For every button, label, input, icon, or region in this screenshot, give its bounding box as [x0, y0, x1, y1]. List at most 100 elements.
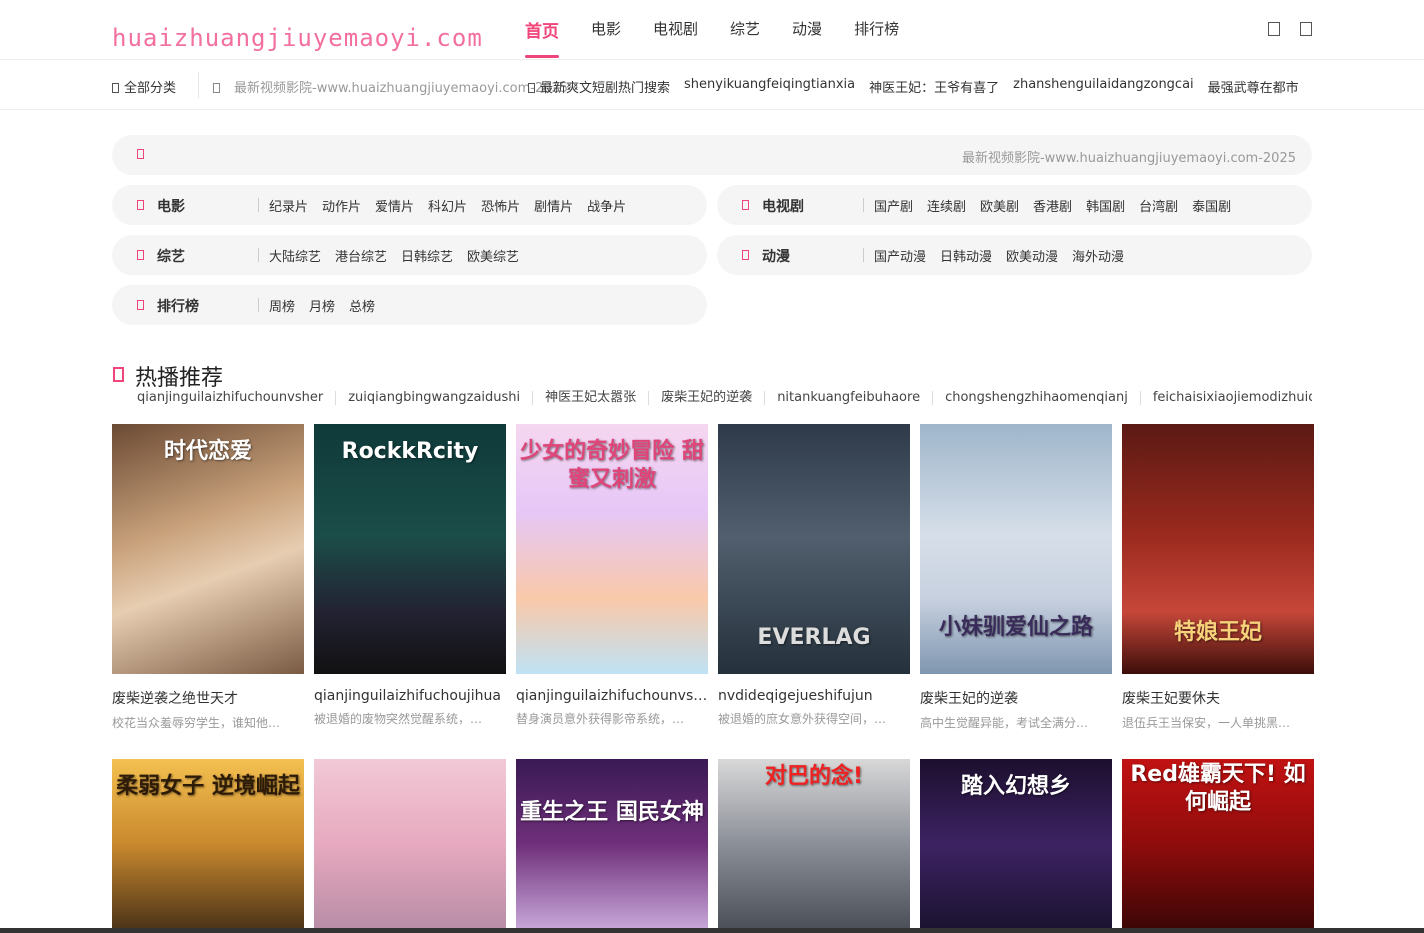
- hot-tag[interactable]: 废柴王妃的逆袭: [648, 391, 764, 405]
- search-bar[interactable]: 最新视频影院-www.huaizhuangjiuyemaoyi.com-2025: [112, 135, 1312, 175]
- video-poster[interactable]: 特娘王妃: [1122, 424, 1314, 674]
- hot-tag[interactable]: 神医王妃太嚣张: [532, 391, 648, 405]
- video-title[interactable]: 废柴王妃要休夫: [1122, 688, 1314, 708]
- section-title: 热播推荐: [135, 366, 224, 391]
- video-poster[interactable]: 重生之王 国民女神: [516, 759, 708, 929]
- video-card[interactable]: Red雄霸天下! 如何崛起: [1122, 759, 1314, 929]
- video-title[interactable]: 废柴王妃的逆袭: [920, 688, 1112, 708]
- video-poster[interactable]: [314, 759, 506, 929]
- category-title[interactable]: 动漫: [762, 246, 790, 266]
- category-tv: 电视剧 国产剧 连续剧 欧美剧 香港剧 韩国剧 台湾剧 泰国剧: [717, 185, 1312, 225]
- hot-search-term[interactable]: zhanshenguilaidangzongcai: [1013, 77, 1194, 96]
- category-title[interactable]: 排行榜: [157, 296, 199, 316]
- video-card[interactable]: EVERLAG nvdideqigejueshifujun 被退婚的庶女意外获得…: [718, 424, 910, 731]
- search-input[interactable]: 最新视频影院-www.huaizhuangjiuyemaoyi.com-2025: [962, 147, 1296, 166]
- site-logo[interactable]: huaizhuangjiuyemaoyi.com: [112, 24, 483, 52]
- poster-title: 小妹驯爱仙之路: [938, 615, 1093, 640]
- category-link[interactable]: 周榜: [269, 296, 295, 315]
- category-link[interactable]: 月榜: [309, 296, 335, 315]
- nav-movie[interactable]: 电影: [591, 18, 621, 52]
- video-poster[interactable]: Red雄霸天下! 如何崛起: [1122, 759, 1314, 929]
- hot-search-term[interactable]: shenyikuangfeiqingtianxia: [684, 77, 855, 96]
- video-card[interactable]: 小妹驯爱仙之路 废柴王妃的逆袭 高中生觉醒异能，考试全满分…: [920, 424, 1112, 731]
- video-card[interactable]: 特娘王妃 废柴王妃要休夫 退伍兵王当保安，一人单挑黑…: [1122, 424, 1314, 731]
- category-link[interactable]: 海外动漫: [1072, 246, 1124, 265]
- nav-variety[interactable]: 综艺: [730, 18, 760, 52]
- category-icon: [742, 250, 749, 260]
- category-subs: 国产剧 连续剧 欧美剧 香港剧 韩国剧 台湾剧 泰国剧: [874, 196, 1245, 215]
- video-card[interactable]: 对巴的念!: [718, 759, 910, 929]
- video-card[interactable]: [314, 759, 506, 929]
- category-link[interactable]: 日韩综艺: [401, 246, 453, 265]
- category-link[interactable]: 欧美剧: [980, 196, 1019, 215]
- category-link[interactable]: 爱情片: [375, 196, 414, 215]
- video-card[interactable]: 时代恋爱 废柴逆袭之绝世天才 校花当众羞辱穷学生，谁知他…: [112, 424, 304, 731]
- video-title[interactable]: 废柴逆袭之绝世天才: [112, 688, 304, 708]
- category-link[interactable]: 欧美综艺: [467, 246, 519, 265]
- category-movie: 电影 纪录片 动作片 爱情片 科幻片 恐怖片 剧情片 战争片: [112, 185, 707, 225]
- horizontal-scrollbar[interactable]: [0, 928, 1424, 933]
- nav-ranking[interactable]: 排行榜: [854, 18, 899, 52]
- hot-tag[interactable]: nitankuangfeibuhaore: [764, 391, 932, 405]
- category-title[interactable]: 电影: [157, 196, 185, 216]
- category-title[interactable]: 电视剧: [762, 196, 804, 216]
- poster-title: 踏入幻想乡: [960, 774, 1071, 799]
- history-icon[interactable]: [1300, 22, 1312, 36]
- category-link[interactable]: 大陆综艺: [269, 246, 321, 265]
- video-title[interactable]: nvdideqigejueshifujun: [718, 688, 910, 704]
- category-link[interactable]: 台湾剧: [1139, 196, 1178, 215]
- hot-tag[interactable]: zuiqiangbingwangzaidushi: [335, 391, 532, 405]
- video-poster[interactable]: 少女的奇妙冒险 甜蜜又刺激: [516, 424, 708, 674]
- video-poster[interactable]: 柔弱女子 逆境崛起: [112, 759, 304, 929]
- hot-search-term[interactable]: 神医王妃：王爷有喜了: [869, 77, 999, 96]
- video-card[interactable]: 重生之王 国民女神: [516, 759, 708, 929]
- video-poster[interactable]: EVERLAG: [718, 424, 910, 674]
- video-poster[interactable]: 踏入幻想乡: [920, 759, 1112, 929]
- category-subs: 大陆综艺 港台综艺 日韩综艺 欧美综艺: [269, 246, 533, 265]
- category-icon: [137, 200, 144, 210]
- category-link[interactable]: 泰国剧: [1192, 196, 1231, 215]
- video-desc: 高中生觉醒异能，考试全满分…: [920, 716, 1089, 730]
- category-link[interactable]: 动作片: [322, 196, 361, 215]
- nav-anime[interactable]: 动漫: [792, 18, 822, 52]
- category-link[interactable]: 港台综艺: [335, 246, 387, 265]
- video-card[interactable]: 少女的奇妙冒险 甜蜜又刺激 qianjinguilaizhifuchounvsh…: [516, 424, 708, 731]
- video-poster[interactable]: 对巴的念!: [718, 759, 910, 929]
- hot-search-label-text: 最新爽文短剧热门搜索: [540, 81, 671, 96]
- poster-title: 柔弱女子 逆境崛起: [116, 774, 300, 799]
- category-link[interactable]: 国产动漫: [874, 246, 926, 265]
- hot-tag[interactable]: qianjinguilaizhifuchounvsher: [112, 391, 335, 405]
- category-link[interactable]: 恐怖片: [481, 196, 520, 215]
- category-title[interactable]: 综艺: [157, 246, 185, 266]
- hot-search-term[interactable]: 最强武尊在都市: [1208, 77, 1299, 96]
- category-link[interactable]: 日韩动漫: [940, 246, 992, 265]
- category-link[interactable]: 纪录片: [269, 196, 308, 215]
- all-categories-button[interactable]: 全部分类: [112, 77, 176, 96]
- nav-tv[interactable]: 电视剧: [653, 18, 698, 52]
- video-card[interactable]: RockkRcity qianjinguilaizhifuchoujihua 被…: [314, 424, 506, 731]
- category-link[interactable]: 连续剧: [927, 196, 966, 215]
- video-poster[interactable]: RockkRcity: [314, 424, 506, 674]
- video-title[interactable]: qianjinguilaizhifuchoujihua: [314, 688, 506, 704]
- hot-tag[interactable]: chongshengzhihaomenqianj: [932, 391, 1140, 405]
- video-card[interactable]: 柔弱女子 逆境崛起: [112, 759, 304, 929]
- category-link[interactable]: 总榜: [349, 296, 375, 315]
- category-anime: 动漫 国产动漫 日韩动漫 欧美动漫 海外动漫: [717, 235, 1312, 275]
- video-poster[interactable]: 小妹驯爱仙之路: [920, 424, 1112, 674]
- search-icon[interactable]: [1268, 22, 1280, 36]
- hot-tag[interactable]: feichaisixiaojiemodizhuiqima: [1139, 391, 1312, 405]
- category-variety: 综艺 大陆综艺 港台综艺 日韩综艺 欧美综艺: [112, 235, 707, 275]
- category-link[interactable]: 欧美动漫: [1006, 246, 1058, 265]
- category-link[interactable]: 科幻片: [428, 196, 467, 215]
- sub-bar: 全部分类 最新视频影院-www.huaizhuangjiuyemaoyi.com…: [0, 60, 1424, 110]
- video-card[interactable]: 踏入幻想乡: [920, 759, 1112, 929]
- category-icon: [742, 200, 749, 210]
- video-title[interactable]: qianjinguilaizhifuchounvshen: [516, 688, 708, 704]
- video-poster[interactable]: 时代恋爱: [112, 424, 304, 674]
- category-link[interactable]: 韩国剧: [1086, 196, 1125, 215]
- category-link[interactable]: 国产剧: [874, 196, 913, 215]
- category-link[interactable]: 剧情片: [534, 196, 573, 215]
- category-link[interactable]: 香港剧: [1033, 196, 1072, 215]
- nav-home[interactable]: 首页: [525, 17, 559, 58]
- category-link[interactable]: 战争片: [587, 196, 626, 215]
